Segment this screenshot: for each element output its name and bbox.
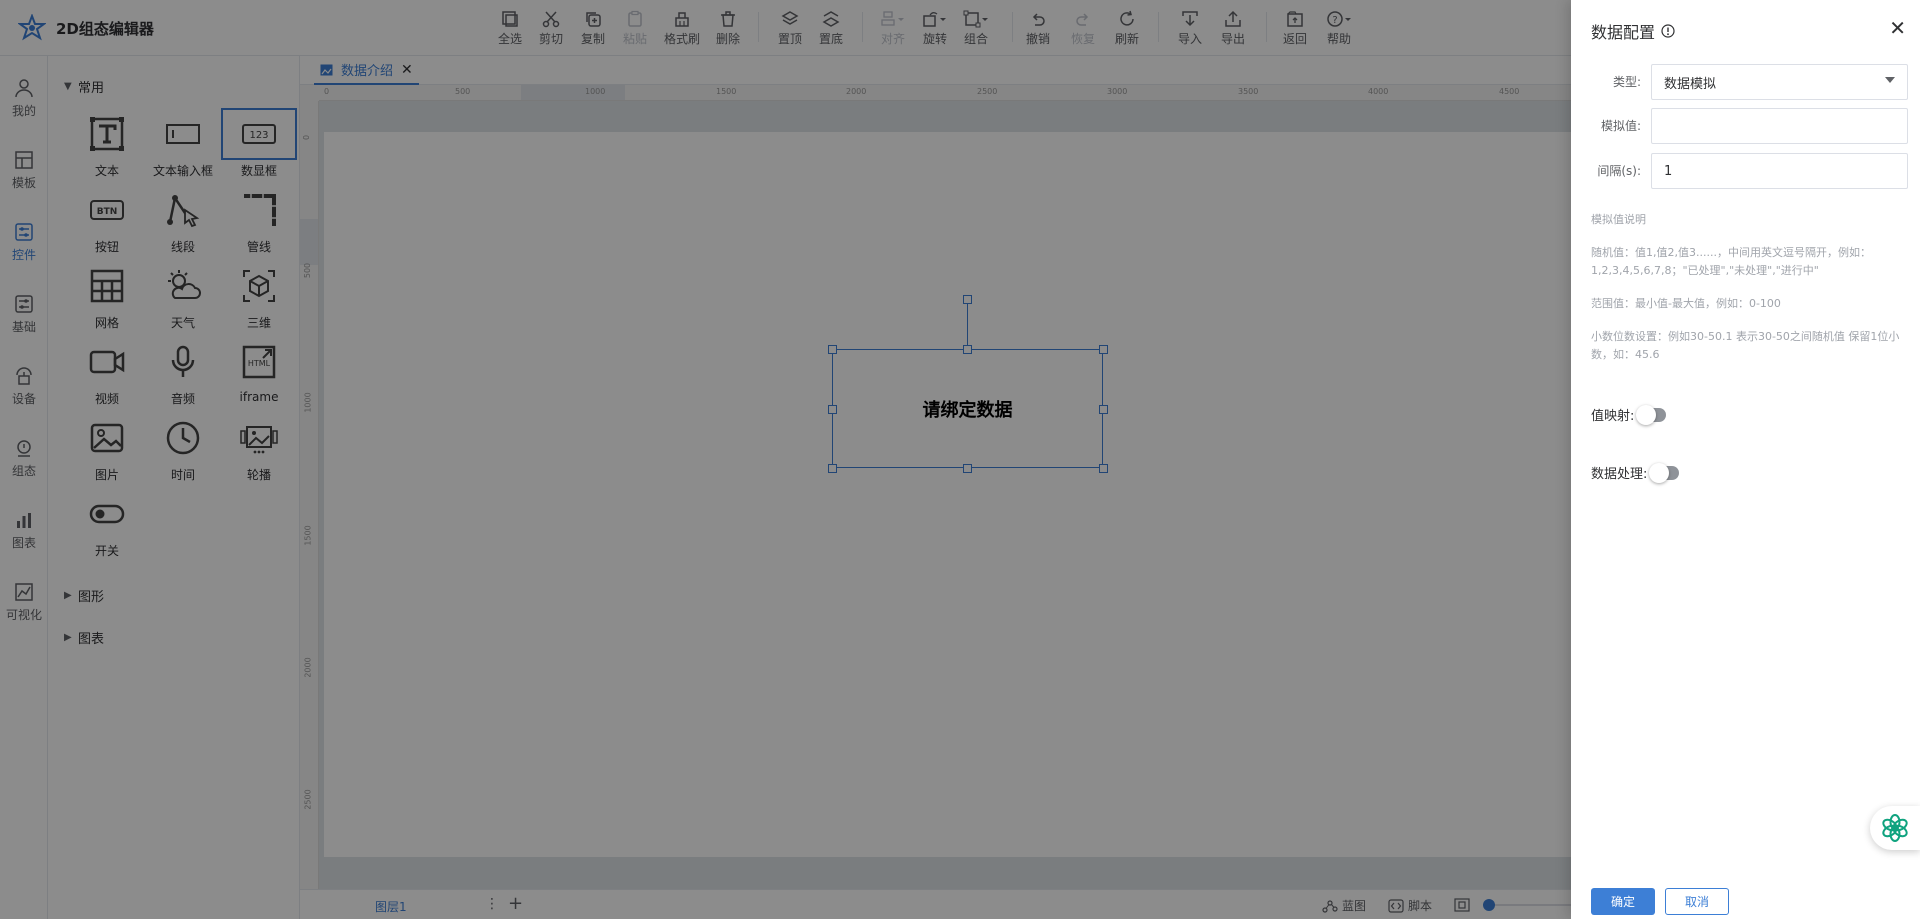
value-map-label: 值映射: — [1591, 409, 1635, 424]
value-map-row: 值映射: — [1591, 404, 1667, 425]
interval-value: 1 — [1664, 163, 1673, 179]
sim-value-label: 模拟值: — [1600, 119, 1641, 133]
value-map-switch[interactable] — [1636, 404, 1667, 425]
drawer-title-text: 数据配置 — [1591, 23, 1656, 42]
assistant-fab[interactable] — [1870, 806, 1920, 850]
data-proc-label: 数据处理: — [1591, 467, 1648, 482]
dropdown-arrow-icon — [1885, 77, 1895, 83]
data-proc-row: 数据处理: — [1591, 462, 1680, 483]
interval-label: 间隔(s): — [1597, 164, 1641, 178]
type-select[interactable]: 数据模拟 — [1651, 64, 1908, 100]
sim-desc-random: 随机值：值1,值2,值3......，中间用英文逗号隔开，例如：1,2,3,4,… — [1591, 246, 1871, 277]
sim-value-input[interactable] — [1651, 108, 1908, 144]
data-proc-switch[interactable] — [1649, 462, 1680, 483]
close-icon[interactable]: ✕ — [1889, 18, 1906, 38]
sim-desc-decimal: 小数位数设置：例如30-50.1 表示30-50之间随机值 保留1位小数，如：4… — [1591, 330, 1900, 361]
sim-desc-range: 范围值：最小值-最大值，例如：0-100 — [1591, 297, 1781, 310]
type-select-value: 数据模拟 — [1664, 76, 1717, 92]
sim-desc-title: 模拟值说明 — [1591, 213, 1646, 226]
info-icon[interactable] — [1661, 24, 1675, 38]
modal-mask[interactable] — [0, 0, 1571, 919]
type-label: 类型: — [1612, 75, 1641, 89]
interval-input[interactable]: 1 — [1651, 153, 1908, 189]
openai-logo-icon — [1882, 814, 1908, 842]
cancel-button[interactable]: 取消 — [1665, 888, 1729, 915]
confirm-button[interactable]: 确定 — [1591, 888, 1655, 915]
drawer-title: 数据配置 — [1591, 19, 1675, 43]
data-config-drawer: 数据配置 ✕ 类型: 数据模拟 模拟值: 间隔(s): 1 模拟值说明 随机值：… — [1571, 0, 1920, 919]
